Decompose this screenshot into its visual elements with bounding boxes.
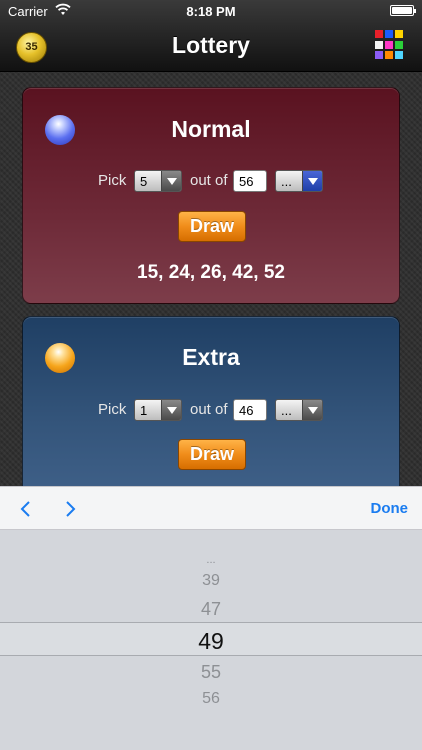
out-of-label: out of	[190, 401, 228, 418]
grid-tile	[395, 30, 403, 38]
extra-draw-button[interactable]: Draw	[178, 439, 246, 470]
picker-option-selected[interactable]: 49	[0, 628, 422, 655]
normal-pick-dropdown[interactable]: 5	[134, 170, 182, 192]
out-of-label: out of	[190, 172, 228, 189]
normal-pick-row: Pick 5 out of 56 ...	[23, 168, 399, 194]
picker-option[interactable]: 55	[0, 662, 422, 683]
extra-lottery-card: Extra Pick 1 out of 46 ... Draw	[22, 316, 400, 496]
battery-icon	[390, 5, 416, 16]
grid-tile	[385, 30, 393, 38]
picker-toolbar: Done	[0, 486, 422, 530]
chevron-down-icon	[302, 400, 322, 420]
menu-grid-icon[interactable]	[375, 30, 405, 60]
grid-tile	[395, 51, 403, 60]
grid-tile	[375, 30, 383, 38]
extra-range-value: ...	[281, 403, 292, 418]
done-button[interactable]: Done	[371, 500, 409, 517]
chevron-left-icon[interactable]	[16, 499, 36, 519]
picker-option[interactable]: 39	[0, 572, 422, 590]
grid-tile	[385, 40, 393, 49]
picker-option[interactable]: 56	[0, 690, 422, 708]
pick-label: Pick	[98, 401, 127, 418]
normal-pick-value: 5	[140, 174, 148, 189]
number-picker-wheel[interactable]: ... 39 47 49 55 56	[0, 530, 422, 750]
picker-option[interactable]: 47	[0, 599, 422, 620]
extra-pick-dropdown[interactable]: 1	[134, 399, 182, 421]
navigation-bar: Carrier 8:18 PM 35 Lottery	[0, 0, 422, 72]
normal-draw-result: 15, 24, 26, 42, 52	[137, 262, 285, 283]
extra-pick-value: 1	[140, 403, 148, 418]
extra-out-of-field[interactable]: 46	[233, 399, 267, 421]
grid-tile	[395, 40, 403, 49]
status-bar: Carrier 8:18 PM	[0, 0, 422, 22]
normal-draw-button[interactable]: Draw	[178, 211, 246, 242]
chevron-down-icon	[302, 171, 322, 191]
pick-label: Pick	[98, 172, 127, 189]
page-title: Lottery	[172, 32, 250, 58]
chevron-right-icon[interactable]	[60, 499, 80, 519]
normal-title: Normal	[171, 116, 251, 142]
normal-lottery-card: Normal Pick 5 out of 56 ... Draw 15, 24,…	[22, 87, 400, 304]
grid-tile	[385, 51, 393, 60]
extra-range-dropdown[interactable]: ...	[275, 399, 323, 421]
normal-out-of-field[interactable]: 56	[233, 170, 267, 192]
normal-range-dropdown[interactable]: ...	[275, 170, 323, 192]
grid-tile	[375, 40, 383, 49]
chevron-down-icon	[161, 400, 181, 420]
grid-tile	[375, 51, 383, 60]
picker-option[interactable]: ...	[0, 554, 422, 566]
normal-range-value: ...	[281, 174, 292, 189]
extra-pick-row: Pick 1 out of 46 ...	[23, 397, 399, 423]
chevron-down-icon	[161, 171, 181, 191]
extra-title: Extra	[182, 344, 240, 370]
status-time: 8:18 PM	[186, 4, 236, 19]
